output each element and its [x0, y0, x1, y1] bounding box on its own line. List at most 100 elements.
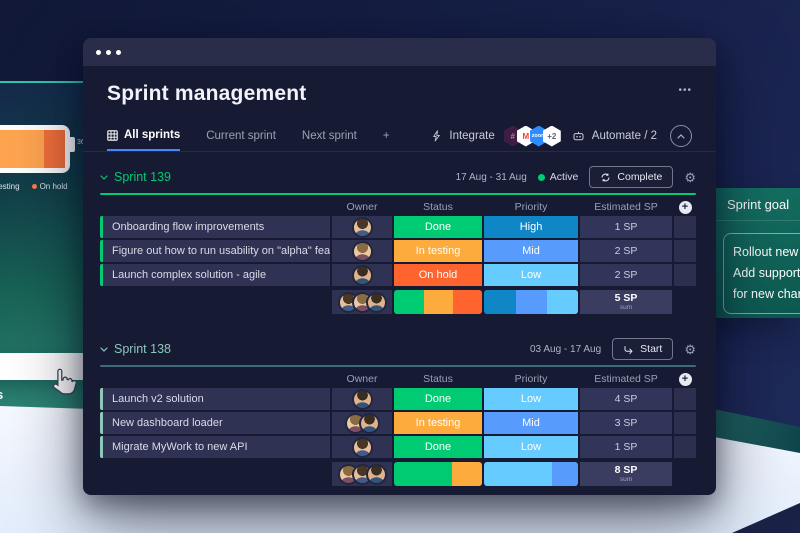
- sp-cell[interactable]: 3 SP: [580, 412, 672, 434]
- window-control-dot[interactable]: [96, 50, 101, 55]
- page-title: Sprint management: [107, 82, 306, 106]
- tab-add[interactable]: +: [383, 121, 390, 151]
- sp-cell[interactable]: 1 SP: [580, 216, 672, 238]
- empty-cell[interactable]: [674, 412, 696, 434]
- status-distribution-bar: [394, 462, 482, 486]
- app-window: Sprint management ••• All sprints Curren…: [83, 38, 716, 495]
- empty-cell[interactable]: [674, 216, 696, 238]
- chevron-down-icon[interactable]: [100, 175, 108, 180]
- window-titlebar: [83, 38, 716, 66]
- legend-label: testing: [0, 182, 20, 191]
- complete-button[interactable]: Complete: [589, 166, 673, 188]
- status-cell[interactable]: Done: [394, 216, 482, 238]
- item-name-cell[interactable]: Figure out how to run usability on "alph…: [100, 240, 330, 262]
- priority-cell[interactable]: Low: [484, 388, 578, 410]
- item-name-cell[interactable]: Onboarding flow improvements: [100, 216, 330, 238]
- add-column-icon[interactable]: +: [679, 373, 692, 386]
- collapse-chevron-icon[interactable]: [670, 125, 692, 147]
- table-row[interactable]: Launch v2 solution Done Low 4 SP: [100, 388, 696, 410]
- sp-sum-cell: 5 SP sum: [580, 290, 672, 314]
- status-cell[interactable]: On hold: [394, 264, 482, 286]
- priority-cell[interactable]: Mid: [484, 240, 578, 262]
- sp-cell[interactable]: 4 SP: [580, 388, 672, 410]
- table-row[interactable]: Migrate MyWork to new API Done Low 1 SP: [100, 436, 696, 458]
- empty-cell[interactable]: [674, 388, 696, 410]
- priority-cell[interactable]: Low: [484, 436, 578, 458]
- priority-cell[interactable]: Mid: [484, 412, 578, 434]
- start-button[interactable]: Start: [612, 338, 673, 360]
- group-underline: [100, 193, 696, 195]
- owner-cell[interactable]: [332, 264, 392, 286]
- group-sprint-139: Sprint 139 17 Aug - 31 Aug Active Comple…: [100, 168, 696, 314]
- sprint-goal-line: Add support in: [733, 263, 800, 284]
- table-row[interactable]: Onboarding flow improvements Done High 1…: [100, 216, 696, 238]
- column-owner: Owner: [332, 373, 392, 385]
- item-name-cell[interactable]: Launch complex solution - agile: [100, 264, 330, 286]
- column-headers: Owner Status Priority Estimated SP +: [100, 200, 696, 214]
- owner-cell[interactable]: [332, 412, 392, 434]
- gear-icon[interactable]: ⚙: [684, 171, 696, 184]
- owner-cell[interactable]: [332, 216, 392, 238]
- status-cell[interactable]: In testing: [394, 240, 482, 262]
- item-name-cell[interactable]: Migrate MyWork to new API: [100, 436, 330, 458]
- window-control-dot[interactable]: [106, 50, 111, 55]
- tab-label: All sprints: [124, 129, 180, 141]
- status-cell[interactable]: In testing: [394, 412, 482, 434]
- status-cell[interactable]: Done: [394, 436, 482, 458]
- add-column-icon[interactable]: +: [679, 201, 692, 214]
- column-priority: Priority: [484, 373, 578, 385]
- sprint-goal-line: for new chart co: [733, 284, 800, 305]
- sp-cell[interactable]: 1 SP: [580, 436, 672, 458]
- avatar-group: [338, 292, 387, 313]
- empty-cell[interactable]: [674, 240, 696, 262]
- chevron-down-icon[interactable]: [100, 347, 108, 352]
- item-name: Migrate MyWork to new API: [112, 441, 248, 453]
- integration-badges[interactable]: # M zoom +2: [504, 126, 561, 147]
- integrate-button[interactable]: Integrate: [449, 130, 494, 142]
- status-cell[interactable]: Done: [394, 388, 482, 410]
- tab-label: +: [383, 130, 390, 142]
- owner-cell[interactable]: [332, 388, 392, 410]
- sprint-state: Active: [538, 171, 579, 183]
- priority-cell[interactable]: High: [484, 216, 578, 238]
- column-status: Status: [394, 201, 482, 213]
- item-name: Onboarding flow improvements: [112, 221, 264, 233]
- tab-current-sprint[interactable]: Current sprint: [206, 121, 276, 151]
- tab-all-sprints[interactable]: All sprints: [107, 121, 180, 151]
- group-underline: [100, 365, 696, 367]
- group-title[interactable]: Sprint 139: [114, 170, 171, 184]
- legend-dot-onhold: [32, 184, 37, 189]
- status-distribution-bar: [394, 290, 482, 314]
- avatar: [359, 413, 380, 434]
- avatar-group: [338, 464, 387, 485]
- summary-row: 5 SP sum: [100, 290, 696, 314]
- button-label: Start: [640, 343, 662, 355]
- table-row[interactable]: New dashboard loader In testing Mid 3 SP: [100, 412, 696, 434]
- item-name-cell[interactable]: Launch v2 solution: [100, 388, 330, 410]
- empty-cell[interactable]: [674, 436, 696, 458]
- group-title[interactable]: Sprint 138: [114, 342, 171, 356]
- sp-cell[interactable]: 2 SP: [580, 240, 672, 262]
- legend-item: On hold: [32, 182, 68, 191]
- battery-chart: [0, 125, 70, 173]
- table-row[interactable]: Figure out how to run usability on "alph…: [100, 240, 696, 262]
- avatar-group: [345, 413, 380, 434]
- owner-cell[interactable]: [332, 436, 392, 458]
- state-label: Active: [550, 171, 579, 183]
- item-name-cell[interactable]: New dashboard loader: [100, 412, 330, 434]
- priority-distribution-bar: [484, 462, 578, 486]
- window-control-dot[interactable]: [116, 50, 121, 55]
- owner-cell[interactable]: [332, 240, 392, 262]
- sprint-goal-line: Rollout new mo: [733, 242, 800, 263]
- priority-cell[interactable]: Low: [484, 264, 578, 286]
- tab-next-sprint[interactable]: Next sprint: [302, 121, 357, 151]
- empty-cell[interactable]: [674, 264, 696, 286]
- date-range: 03 Aug - 17 Aug: [530, 344, 601, 355]
- more-options-icon[interactable]: •••: [678, 82, 692, 100]
- table-row[interactable]: Launch complex solution - agile On hold …: [100, 264, 696, 286]
- gear-icon[interactable]: ⚙: [684, 343, 696, 356]
- column-priority: Priority: [484, 201, 578, 213]
- board-grid-icon: [107, 130, 118, 141]
- sp-cell[interactable]: 2 SP: [580, 264, 672, 286]
- automate-button[interactable]: Automate / 2: [592, 130, 657, 142]
